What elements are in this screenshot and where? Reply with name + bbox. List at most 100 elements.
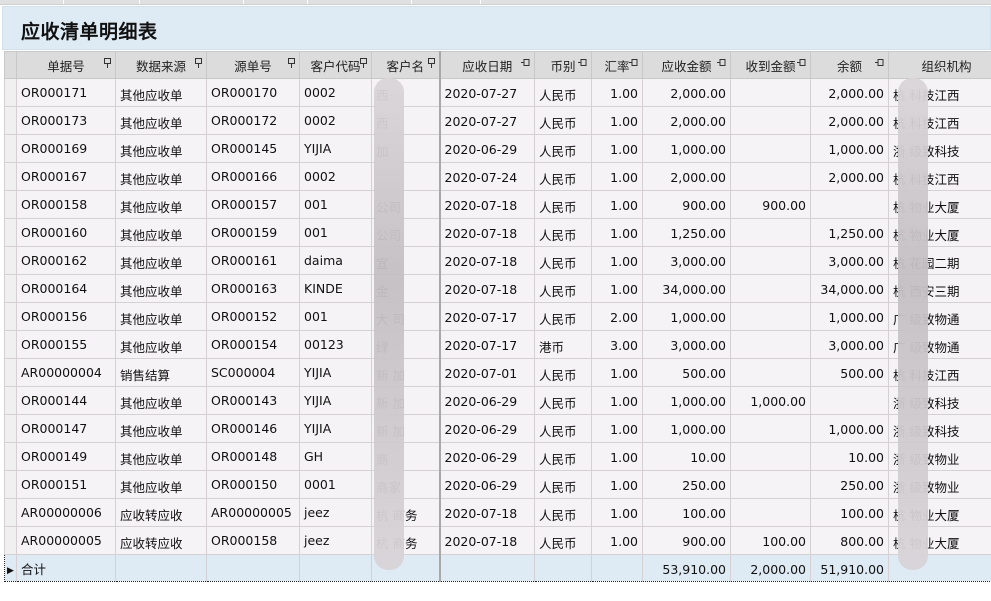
cell-date[interactable]: 2020-07-18 [438, 246, 535, 275]
cell-receivable[interactable]: 1,000.00 [642, 302, 731, 331]
cell-doc-no[interactable]: OR000156 [16, 302, 116, 331]
cell-receivable[interactable]: 1,250.00 [642, 218, 731, 247]
row-selector[interactable] [4, 246, 17, 275]
row-selector[interactable] [4, 358, 17, 387]
column-header-org[interactable]: 组织机构 [888, 51, 991, 79]
row-selector[interactable] [4, 442, 17, 471]
column-header-rate[interactable]: 汇率 [591, 51, 643, 79]
cell-rate[interactable]: 1.00 [591, 190, 643, 219]
cell-source-no[interactable]: OR000146 [206, 414, 300, 443]
table-row[interactable]: OR000160其他应收单OR000159001公司2020-07-18人民币1… [4, 218, 991, 247]
pin-icon[interactable] [103, 58, 112, 71]
cell-receivable[interactable]: 10.00 [642, 442, 731, 471]
cell-source-no[interactable]: OR000157 [206, 190, 300, 219]
cell-source-type[interactable]: 其他应收单 [115, 190, 207, 219]
cell-currency[interactable]: 人民币 [534, 498, 592, 527]
cell-source-type[interactable]: 其他应收单 [115, 274, 207, 303]
cell-currency[interactable]: 人民币 [534, 358, 592, 387]
table-row[interactable]: OR000169其他应收单OR000145YIJIA加2020-06-29人民币… [4, 134, 991, 163]
cell-source-type[interactable]: 应收转应收 [115, 526, 207, 555]
cell-customer-code[interactable]: 001 [299, 218, 372, 247]
column-header-doc-no[interactable]: 单据号 [16, 51, 116, 79]
cell-currency[interactable]: 港币 [534, 330, 592, 359]
cell-receivable[interactable]: 900.00 [642, 190, 731, 219]
totals-row[interactable]: ▶ 合计 53,910.00 2,000.00 51,910.00 [4, 554, 991, 582]
cell-rate[interactable]: 1.00 [591, 106, 643, 135]
cell-receivable[interactable]: 34,000.00 [642, 274, 731, 303]
column-header-source-type[interactable]: 数据来源 [115, 51, 207, 79]
cell-source-type[interactable]: 销售结算 [115, 358, 207, 387]
cell-date[interactable]: 2020-07-01 [438, 358, 535, 387]
cell-customer-code[interactable]: daima [299, 246, 372, 275]
cell-rate[interactable]: 1.00 [591, 386, 643, 415]
cell-doc-no[interactable]: OR000162 [16, 246, 116, 275]
cell-source-type[interactable]: 其他应收单 [115, 246, 207, 275]
cell-source-type[interactable]: 其他应收单 [115, 470, 207, 499]
cell-received[interactable] [730, 442, 811, 471]
cell-received[interactable] [730, 106, 811, 135]
table-row[interactable]: AR00000005应收转应收OR000158jeez杭 商务2020-07-1… [4, 526, 991, 555]
cell-source-no[interactable]: OR000163 [206, 274, 300, 303]
cell-date[interactable]: 2020-07-17 [438, 330, 535, 359]
cell-customer-code[interactable]: GH [299, 442, 372, 471]
row-selector[interactable] [4, 78, 17, 107]
cell-date[interactable]: 2020-07-18 [438, 218, 535, 247]
cell-source-no[interactable]: OR000143 [206, 386, 300, 415]
row-selector[interactable] [4, 134, 17, 163]
cell-receivable[interactable]: 500.00 [642, 358, 731, 387]
cell-balance[interactable]: 2,000.00 [810, 78, 889, 107]
row-selector[interactable] [4, 330, 17, 359]
cell-rate[interactable]: 1.00 [591, 498, 643, 527]
cell-customer-code[interactable]: 0001 [299, 470, 372, 499]
cell-rate[interactable]: 2.00 [591, 302, 643, 331]
column-header-source-no[interactable]: 源单号 [206, 51, 300, 79]
cell-source-type[interactable]: 其他应收单 [115, 218, 207, 247]
cell-received[interactable] [730, 134, 811, 163]
cell-doc-no[interactable]: OR000151 [16, 470, 116, 499]
cell-received[interactable]: 100.00 [730, 526, 811, 555]
cell-currency[interactable]: 人民币 [534, 246, 592, 275]
cell-doc-no[interactable]: OR000167 [16, 162, 116, 191]
cell-source-type[interactable]: 其他应收单 [115, 442, 207, 471]
cell-source-type[interactable]: 其他应收单 [115, 330, 207, 359]
row-selector[interactable] [4, 470, 17, 499]
cell-source-no[interactable]: OR000172 [206, 106, 300, 135]
cell-received[interactable] [730, 162, 811, 191]
cell-currency[interactable]: 人民币 [534, 414, 592, 443]
column-header-customer-code[interactable]: 客户代码 [299, 51, 372, 79]
cell-customer-code[interactable]: YIJIA [299, 358, 372, 387]
cell-customer-code[interactable]: jeez [299, 526, 372, 555]
cell-currency[interactable]: 人民币 [534, 218, 592, 247]
cell-doc-no[interactable]: AR00000005 [16, 526, 116, 555]
cell-customer-code[interactable]: 0002 [299, 162, 372, 191]
cell-receivable[interactable]: 1,000.00 [642, 134, 731, 163]
row-selector[interactable] [4, 498, 17, 527]
cell-customer-code[interactable]: YIJIA [299, 414, 372, 443]
cell-rate[interactable]: 1.00 [591, 358, 643, 387]
cell-date[interactable]: 2020-07-18 [438, 498, 535, 527]
cell-currency[interactable]: 人民币 [534, 190, 592, 219]
pin-icon[interactable] [717, 58, 727, 70]
pin-icon[interactable] [359, 58, 368, 71]
cell-currency[interactable]: 人民币 [534, 470, 592, 499]
cell-customer-code[interactable]: 0002 [299, 106, 372, 135]
cell-received[interactable] [730, 470, 811, 499]
cell-date[interactable]: 2020-07-18 [438, 274, 535, 303]
cell-balance[interactable]: 2,000.00 [810, 106, 889, 135]
cell-received[interactable] [730, 78, 811, 107]
cell-balance[interactable] [810, 386, 889, 415]
cell-received[interactable] [730, 274, 811, 303]
cell-rate[interactable]: 1.00 [591, 162, 643, 191]
cell-date[interactable]: 2020-07-24 [438, 162, 535, 191]
cell-date[interactable]: 2020-07-27 [438, 78, 535, 107]
cell-receivable[interactable]: 250.00 [642, 470, 731, 499]
table-row[interactable]: OR000156其他应收单OR000152001大 司2020-07-17人民币… [4, 302, 991, 331]
cell-source-no[interactable]: OR000161 [206, 246, 300, 275]
pin-icon[interactable] [629, 58, 639, 70]
cell-currency[interactable]: 人民币 [534, 302, 592, 331]
row-selector[interactable] [4, 414, 17, 443]
cell-received[interactable] [730, 302, 811, 331]
cell-balance[interactable]: 100.00 [810, 498, 889, 527]
cell-balance[interactable]: 3,000.00 [810, 330, 889, 359]
cell-source-no[interactable]: OR000159 [206, 218, 300, 247]
